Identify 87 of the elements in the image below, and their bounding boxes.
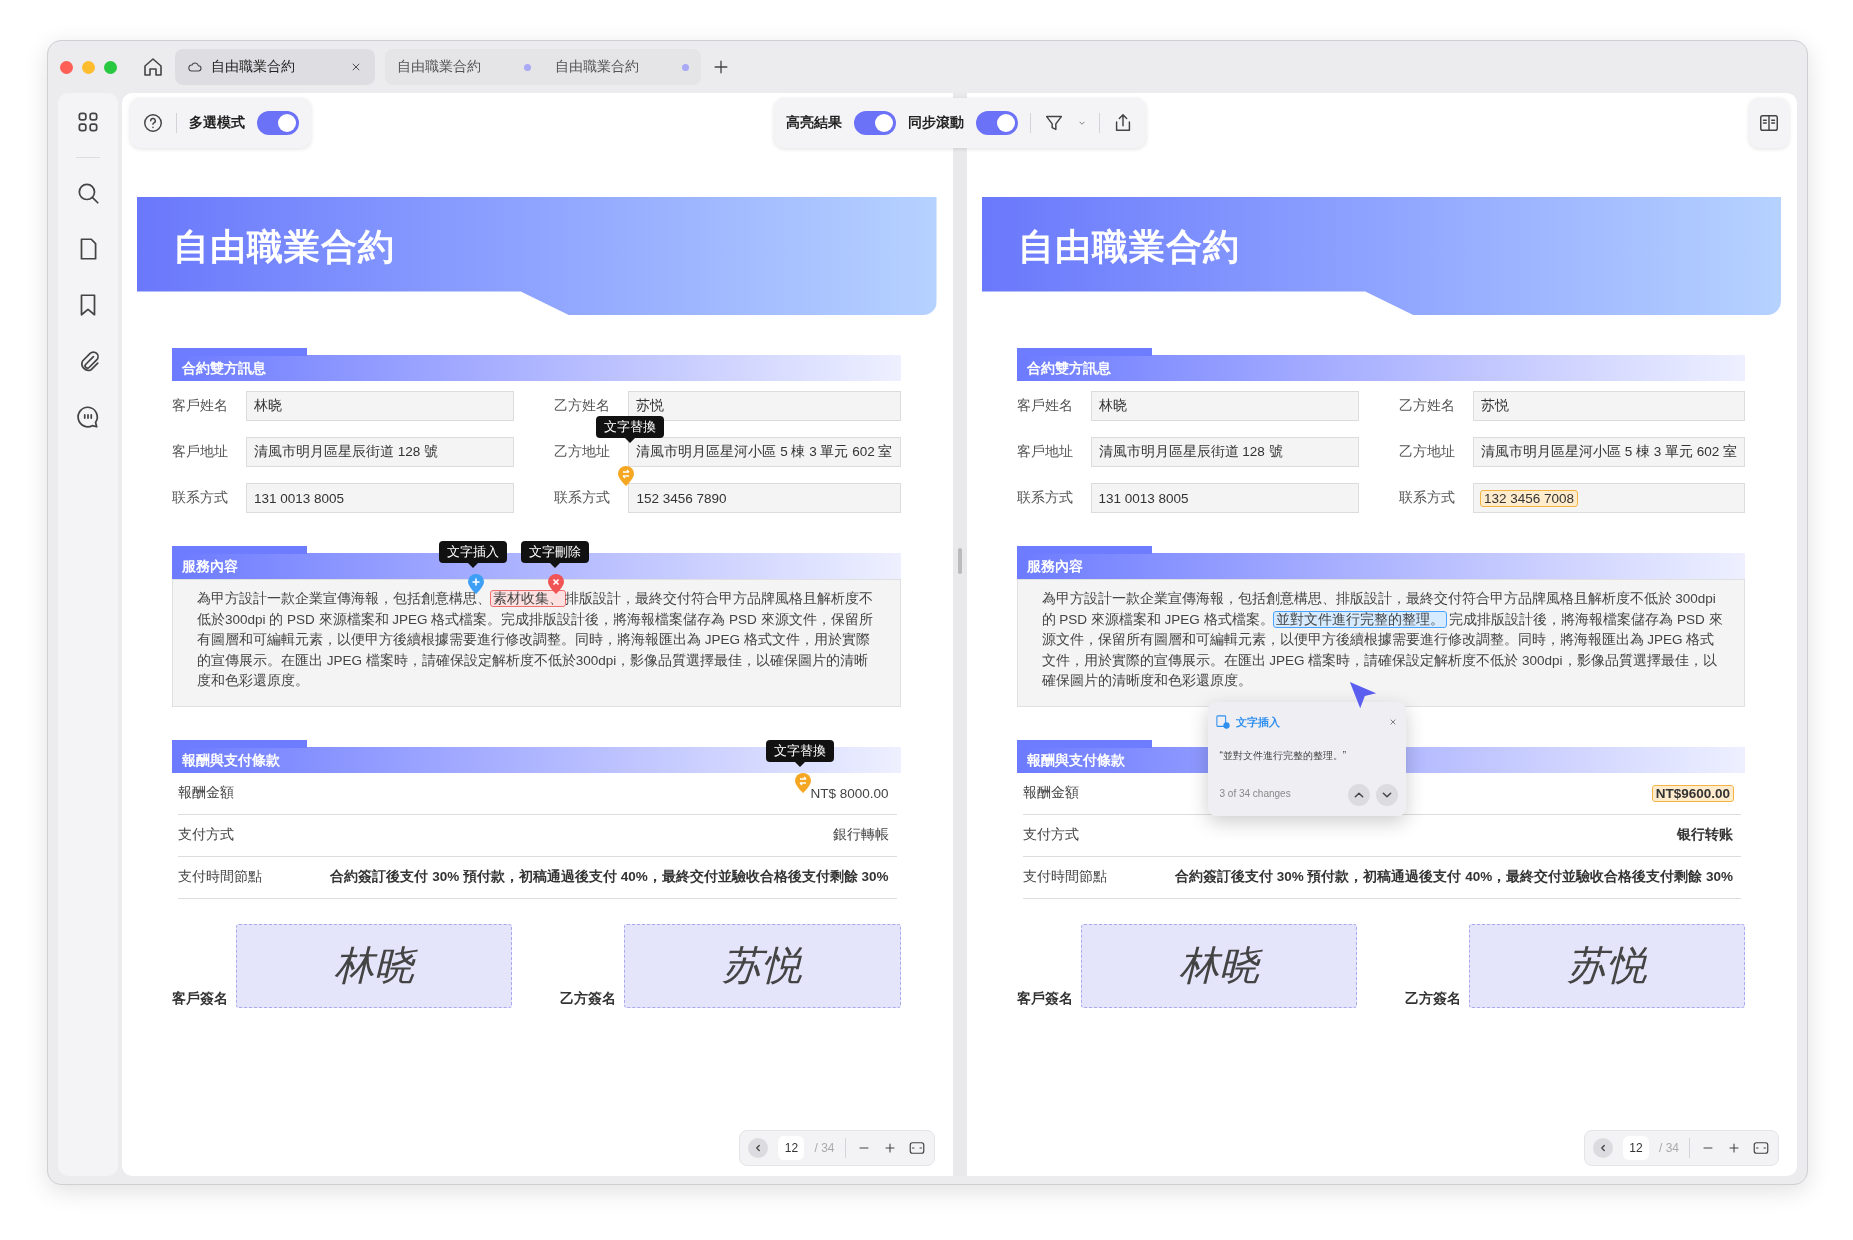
payment-value: NT$ 8000.00 (810, 785, 889, 801)
text-insert-icon (1215, 714, 1230, 729)
payment-label: 報酬金額 (1022, 784, 1079, 802)
payment-value: 合約簽訂後支付 30% 預付款，初稿通過後支付 40%，最終交付並驗收合格後支付剩餘 30% (1174, 869, 1733, 884)
toggle-switch[interactable] (976, 111, 1018, 135)
payment-label: 支付時間節點 (178, 868, 262, 886)
field-label: 客戶姓名 (172, 397, 229, 415)
field-label: 乙方姓名 (1398, 397, 1456, 415)
home-icon[interactable] (141, 55, 165, 79)
change-tooltip: 文字插入 (439, 541, 507, 568)
split-view-icon[interactable] (1758, 112, 1780, 134)
payment-value: 合約簽訂後支付 30% 預付款，初稿通過後支付 40%，最終交付並驗收合格後支付剩餘 30% (330, 869, 889, 884)
text-field[interactable]: 清風市明月區星河小區 5 棟 3 單元 602 室 (628, 437, 901, 467)
toggle-switch[interactable] (257, 111, 299, 135)
document-title: 自由職業合約 (173, 224, 395, 269)
field-label: 乙方地址 (554, 443, 612, 461)
change-pin-icon[interactable] (547, 573, 565, 595)
field-label: 联系方式 (172, 489, 229, 507)
text-field[interactable]: 苏悦 (1472, 391, 1745, 421)
close-icon[interactable] (1387, 716, 1398, 727)
section-heading: 合約雙方訊息 (172, 348, 901, 381)
section-heading: 合約雙方訊息 (1016, 348, 1745, 381)
change-tooltip: 文字替換 (596, 416, 665, 443)
text-field[interactable]: 清風市明月區星辰街道 128 號 (1090, 437, 1359, 467)
document-title: 自由職業合約 (1017, 224, 1240, 269)
field-label: 乙方地址 (1398, 443, 1456, 461)
signature: 苏悦 (624, 923, 901, 1008)
fit-width-icon[interactable] (1752, 1139, 1770, 1157)
signature: 林晓 (236, 923, 513, 1008)
document-tab[interactable]: 自由職業合約 (543, 49, 701, 85)
page-total: / 34 (814, 1141, 835, 1155)
previous-page-button[interactable] (1593, 1138, 1613, 1158)
signature: 林晓 (1080, 923, 1357, 1008)
help-icon[interactable] (142, 112, 164, 134)
field-label: 客戶地址 (172, 443, 229, 461)
previous-change-button[interactable] (1347, 783, 1370, 806)
change-quote: “並對文件進行完整的整理。” (1218, 749, 1348, 763)
text-field[interactable]: 152 3456 7890 (628, 483, 901, 513)
toggle-label: 多選模式 (189, 114, 245, 132)
change-tooltip: 文字刪除 (521, 541, 589, 568)
signature-label: 客戶簽名 (1016, 989, 1073, 1008)
change-counter: 3 of 34 changes (1218, 787, 1291, 802)
text-field[interactable]: 林晓 (246, 391, 515, 421)
toggle-switch[interactable] (854, 111, 896, 135)
page-total: / 34 (1659, 1141, 1679, 1155)
payment-label: 支付方式 (1022, 826, 1079, 844)
payment-label: 報酬金額 (178, 784, 234, 802)
text-field[interactable]: 132 3456 7008 (1472, 483, 1745, 513)
text-field[interactable]: 清風市明月區星辰街道 128 號 (246, 437, 515, 467)
payment-value: NT$9600.00 (1652, 785, 1733, 801)
grid-icon[interactable] (75, 109, 101, 135)
comment-icon[interactable] (75, 404, 101, 430)
signature-label: 客戶簽名 (172, 989, 228, 1008)
text-field[interactable]: 131 0013 8005 (1090, 483, 1359, 513)
field-label: 客戶姓名 (1016, 397, 1074, 415)
field-label: 联系方式 (1398, 489, 1456, 507)
service-description: 為甲方設計一款企業宣傳海報，包括創意構思、排版設計，最終交付符合甲方品牌風格且解析度不低於 300dpi 的 PSD 來源檔案和 JPEG 格式檔案。並對文件進行完整的整理。 完成排版設計後，將海報檔案儲存為 PSD 來源文件，保留所有圖層和可編輯元素，以便甲方後續根據需要進行修改調整。同時，將海報匯出為 JPEG 格式文件，用於實際的宣傳展示。在匯出 JPEG 檔案時，請確保設定解析度不低於 300dpi，影像品質選擇最佳，以確保圖片的清晰度和色彩還原度。 (1041, 590, 1724, 690)
field-label: 客戶地址 (1016, 443, 1074, 461)
payment-label: 支付時間節點 (1022, 868, 1107, 886)
section-heading: 服務內容 (1016, 546, 1745, 579)
cloud-icon (187, 59, 203, 75)
text-field[interactable]: 苏悦 (628, 391, 901, 421)
payment-value: 銀行轉帳 (832, 827, 889, 842)
document-tab[interactable]: 自由職業合約 (385, 49, 543, 85)
payment-value: 银行转账 (1677, 827, 1733, 842)
signature: 苏悦 (1468, 923, 1745, 1008)
page-number-field[interactable]: 12 (1623, 1136, 1649, 1160)
close-window-button[interactable] (60, 60, 73, 74)
document-tab[interactable]: 自由職業合約 (175, 49, 375, 85)
signature-label: 乙方簽名 (560, 989, 617, 1008)
field-label: 联系方式 (554, 489, 612, 507)
field-label: 乙方姓名 (554, 397, 612, 415)
popup-title: 文字插入 (1235, 714, 1280, 730)
text-field[interactable]: 131 0013 8005 (246, 483, 515, 513)
next-change-button[interactable] (1375, 783, 1398, 806)
cursor-arrow-icon (1347, 679, 1378, 710)
change-tooltip: 文字替換 (766, 739, 835, 767)
fit-width-icon[interactable] (907, 1139, 926, 1157)
page-number-field[interactable]: 12 (778, 1136, 805, 1160)
field-label: 联系方式 (1016, 489, 1074, 507)
text-field[interactable]: 林晓 (1090, 391, 1359, 421)
signature-label: 乙方簽名 (1404, 989, 1461, 1008)
payment-label: 支付方式 (178, 826, 234, 844)
toggle-label: 同步滾動 (908, 114, 964, 132)
toggle-label: 高亮結果 (786, 114, 842, 132)
text-field[interactable]: 清風市明月區星河小區 5 棟 3 單元 602 室 (1472, 437, 1745, 467)
previous-page-button[interactable] (748, 1138, 769, 1158)
